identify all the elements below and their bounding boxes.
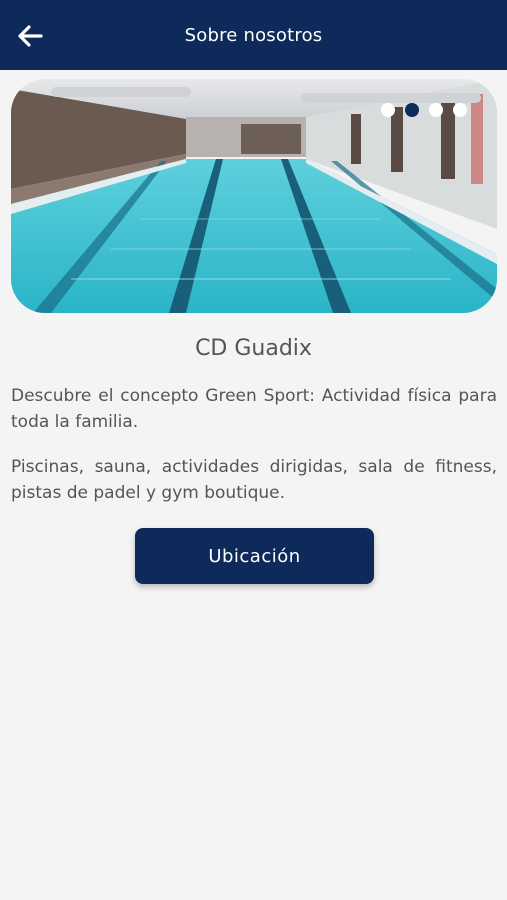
description-paragraph-1: Descubre el concepto Green Sport: Activi… (11, 386, 497, 432)
app-header: Sobre nosotros (0, 0, 507, 70)
image-carousel[interactable] (11, 79, 497, 313)
carousel-dot-2[interactable] (405, 103, 419, 117)
page-title: Sobre nosotros (184, 24, 323, 46)
arrow-left-icon (18, 25, 43, 47)
back-button[interactable] (14, 20, 46, 52)
location-button[interactable]: Ubicación (135, 528, 374, 584)
carousel-dot-3[interactable] (429, 103, 443, 117)
carousel-dots (381, 103, 467, 117)
carousel-dot-1[interactable] (381, 103, 395, 117)
club-name: CD Guadix (195, 336, 312, 361)
carousel-dot-4[interactable] (453, 103, 467, 117)
description-paragraph-2: Piscinas, sauna, actividades dirigidas, … (11, 457, 497, 503)
